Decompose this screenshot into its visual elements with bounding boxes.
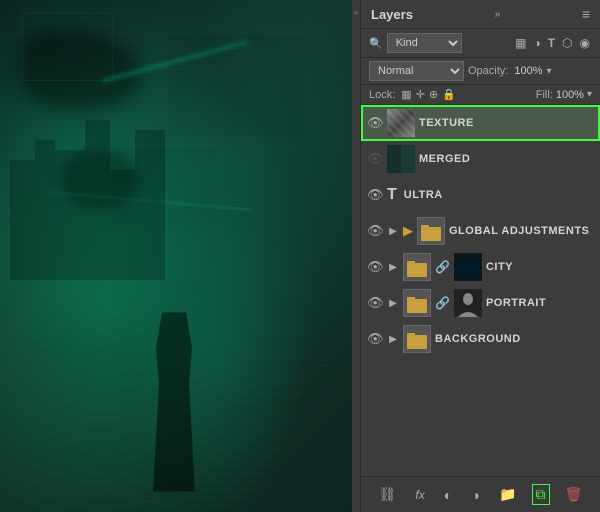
layers-list: 👁 TEXTURE 👁 MERGED 👁 T ULTRA 👁 ▶ [361, 105, 600, 476]
eye-icon-ultra[interactable]: 👁 [367, 187, 383, 203]
lock-artboard-icon[interactable]: ⊕ [429, 88, 438, 101]
shape-filter-icon[interactable]: ⬡ [560, 35, 574, 51]
canvas-area: » [0, 0, 360, 512]
panel-collapse-icon[interactable]: » [495, 9, 501, 20]
delete-layer-icon[interactable]: 🗑 [561, 484, 587, 505]
link-layers-icon[interactable]: ⛓ [375, 484, 401, 505]
lock-all-icon[interactable]: 🔒 [442, 88, 456, 101]
eye-icon-portrait[interactable]: 👁 [367, 295, 383, 311]
layer-thumb-portrait-folder [403, 289, 431, 317]
fill-value: 100% [556, 89, 584, 101]
search-icon: 🔍 [369, 37, 383, 50]
new-layer-icon[interactable]: ⧉ [532, 484, 550, 505]
layer-thumb-city [454, 253, 482, 281]
panel-menu-button[interactable]: ≡ [582, 6, 590, 22]
filter-row: 🔍 Kind ▦ ◑ T ⬡ ◉ [361, 29, 600, 58]
layer-name-ultra: ULTRA [404, 189, 594, 201]
eye-icon-texture[interactable]: 👁 [367, 115, 383, 131]
blend-mode-row: Normal Opacity: 100% ▾ [361, 58, 600, 85]
layer-name-city: CITY [486, 261, 594, 273]
expand-icon-city[interactable]: ▶ [387, 262, 399, 273]
layer-item-texture[interactable]: 👁 TEXTURE [361, 105, 600, 141]
fill-section: Fill: 100% ▾ [536, 89, 592, 101]
layer-name-background: BACKGROUND [435, 333, 594, 345]
layer-thumb-portrait [454, 289, 482, 317]
adjustment-icon[interactable]: ◑ [467, 485, 483, 505]
layer-thumb-merged [387, 145, 415, 173]
lock-label: Lock: [369, 89, 395, 101]
blend-mode-dropdown[interactable]: Normal [369, 61, 464, 81]
layer-thumb-background [403, 325, 431, 353]
layer-item-global-adjustments[interactable]: 👁 ▶ ▶ GLOBAL ADJUSTMENTS [361, 213, 600, 249]
panel-header: Layers » ≡ [361, 0, 600, 29]
expand-icon-global[interactable]: ▶ [387, 226, 399, 237]
layer-item-ultra[interactable]: 👁 T ULTRA [361, 177, 600, 213]
layer-item-merged[interactable]: 👁 MERGED [361, 141, 600, 177]
eye-icon-merged[interactable]: 👁 [367, 151, 383, 167]
layers-panel: Layers » ≡ 🔍 Kind ▦ ◑ T ⬡ ◉ Normal Opaci… [360, 0, 600, 512]
lock-row: Lock: ▦ ✛ ⊕ 🔒 Fill: 100% ▾ [361, 85, 600, 105]
chain-icon-portrait: 🔗 [435, 296, 450, 310]
lock-pixels-icon[interactable]: ▦ [401, 88, 411, 101]
opacity-dropdown-icon[interactable]: ▾ [547, 66, 552, 77]
adjust-filter-icon[interactable]: ◑ [531, 35, 542, 51]
pixel-filter-icon[interactable]: ▦ [513, 35, 528, 51]
layer-thumb-texture [387, 109, 415, 137]
filter-icons: ▦ ◑ T ⬡ ◉ [466, 35, 592, 51]
fill-label: Fill: [536, 89, 553, 101]
text-type-icon: T [387, 186, 397, 204]
chain-icon-city: 🔗 [435, 260, 450, 274]
fill-dropdown-icon[interactable]: ▾ [587, 89, 592, 100]
collapse-bar[interactable]: » [352, 0, 360, 512]
layer-name-global: GLOBAL ADJUSTMENTS [449, 225, 594, 237]
layer-name-merged: MERGED [419, 153, 594, 165]
filter-dropdown[interactable]: Kind [387, 33, 462, 53]
layer-thumb-global [417, 217, 445, 245]
eye-icon-global[interactable]: 👁 [367, 223, 383, 239]
panel-toolbar: ⛓ fx ◐ ◑ 📁 ⧉ 🗑 [361, 476, 600, 512]
layer-item-background[interactable]: 👁 ▶ BACKGROUND [361, 321, 600, 357]
smartobj-filter-icon[interactable]: ◉ [578, 35, 592, 51]
layer-item-portrait[interactable]: 👁 ▶ 🔗 PORTRAIT [361, 285, 600, 321]
lock-icons: ▦ ✛ ⊕ 🔒 [401, 88, 456, 101]
layer-name-portrait: PORTRAIT [486, 297, 594, 309]
lock-position-icon[interactable]: ✛ [416, 88, 425, 101]
folder-group-icon[interactable]: 📁 [495, 484, 520, 505]
eye-icon-background[interactable]: 👁 [367, 331, 383, 347]
type-filter-icon[interactable]: T [546, 35, 557, 51]
fx-button[interactable]: fx [411, 486, 428, 504]
opacity-value: 100% [514, 65, 542, 77]
folder-icon-global: ▶ [403, 223, 413, 239]
layer-name-texture: TEXTURE [419, 117, 594, 129]
layer-item-city[interactable]: 👁 ▶ 🔗 CITY [361, 249, 600, 285]
panel-title: Layers [371, 7, 413, 22]
add-mask-icon[interactable]: ◐ [440, 485, 456, 505]
expand-icon-portrait[interactable]: ▶ [387, 298, 399, 309]
layer-thumb-city-folder [403, 253, 431, 281]
opacity-label: Opacity: [468, 65, 508, 77]
eye-icon-city[interactable]: 👁 [367, 259, 383, 275]
expand-icon-background[interactable]: ▶ [387, 334, 399, 345]
